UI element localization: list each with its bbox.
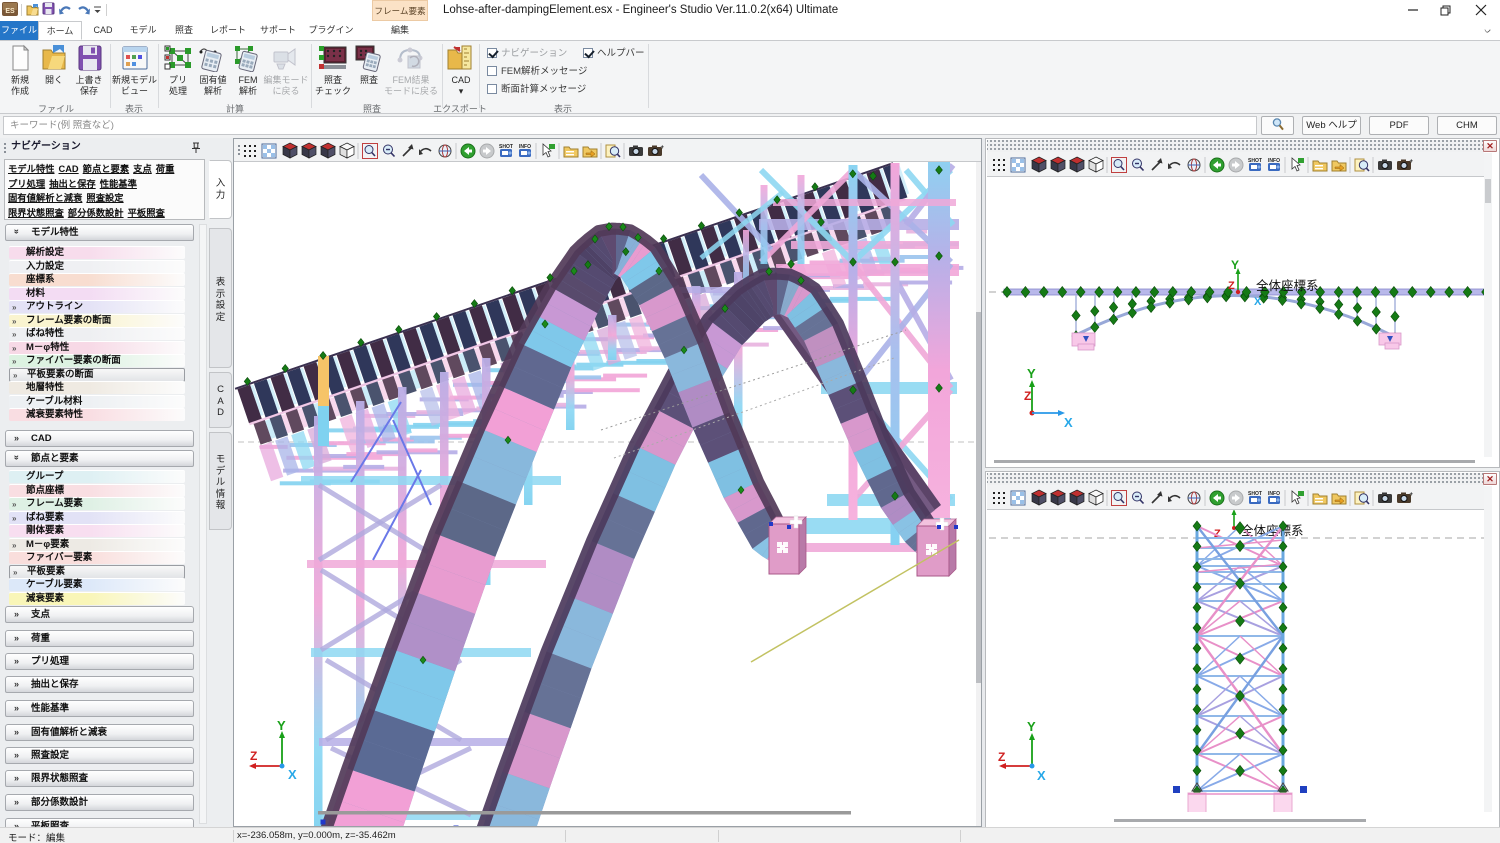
svg-text:X: X [1064, 415, 1073, 430]
svg-text:X: X [1037, 768, 1046, 783]
svg-text:Y: Y [277, 718, 286, 733]
svg-text:X: X [1254, 296, 1262, 308]
svg-text:Y: Y [1027, 719, 1036, 734]
svg-text:Z: Z [1228, 280, 1235, 292]
svg-text:Z: Z [1024, 389, 1031, 403]
svg-text:全体座標系: 全体座標系 [1256, 278, 1319, 293]
svg-text:ES: ES [5, 8, 15, 15]
svg-text:Z: Z [998, 750, 1005, 764]
svg-text:Y: Y [1027, 366, 1036, 381]
svg-text:Z: Z [250, 749, 257, 763]
svg-text:X: X [288, 767, 297, 782]
